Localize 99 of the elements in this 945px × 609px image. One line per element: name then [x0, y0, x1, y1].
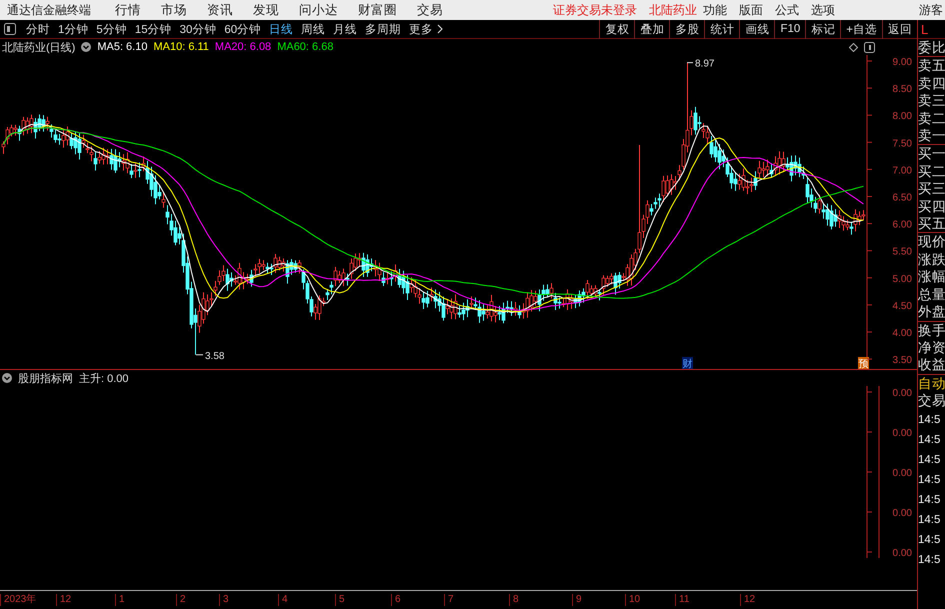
price-axis-label: 6.50 [892, 192, 912, 204]
trade-time: 14:5 [918, 472, 942, 488]
period-tab[interactable]: 1分钟 [58, 22, 88, 36]
price-axis-label: 8.00 [892, 111, 912, 122]
chart-tool-button[interactable]: 统计 [704, 20, 740, 38]
period-tab[interactable]: 15分钟 [134, 22, 172, 36]
period-tab[interactable]: 5分钟 [96, 22, 127, 36]
chart-tool-button[interactable]: 返回 [882, 20, 917, 38]
chart-tool-button[interactable]: 标记 [805, 20, 840, 38]
moving-average-reading: MA60: 6.68 [277, 41, 334, 53]
time-axis-label: 3 [219, 594, 229, 606]
quote-field-label: 卖三 [918, 92, 945, 110]
toolbar-menu-item[interactable]: 选项 [811, 2, 835, 18]
period-tab[interactable]: 日线 [269, 22, 294, 36]
period-tab[interactable]: 30分钟 [180, 22, 216, 36]
chart-tool-button[interactable]: 叠加 [634, 20, 670, 38]
period-tab[interactable]: 60分钟 [224, 22, 262, 36]
quote-field-label: 买四 [918, 198, 945, 216]
period-tab[interactable]: 周线 [301, 22, 326, 36]
quote-field-label: 买三 [918, 180, 945, 198]
quote-field-label: 买二 [918, 162, 945, 180]
chart-tool-button[interactable]: 多股 [669, 20, 704, 38]
price-axis-label: 4.50 [892, 300, 912, 312]
time-axis-label: 5 [335, 594, 345, 606]
value-axis-label: 0.00 [892, 508, 912, 519]
period-tab[interactable]: 分时 [26, 22, 50, 36]
time-axis-label: 12 [740, 594, 756, 606]
time-axis-label: 12 [56, 594, 72, 606]
price-axis-label: 7.50 [892, 138, 912, 150]
price-axis-label: 5.00 [892, 274, 912, 285]
event-tag[interactable]: 财 [682, 357, 693, 369]
trade-time: 14:5 [918, 492, 942, 508]
chart-title: 北陆药业(日线) [2, 40, 76, 54]
menu-item[interactable]: 行情 [115, 2, 141, 18]
trade-time: 14:5 [918, 432, 942, 448]
menu-item[interactable]: 发现 [253, 2, 279, 18]
trade-time: 14:5 [918, 532, 942, 548]
menu-item[interactable]: 市场 [161, 2, 187, 18]
price-axis-label: 7.00 [892, 165, 912, 176]
trade-time: 14:5 [918, 412, 942, 428]
time-axis-label: 4 [278, 594, 288, 606]
trade-time: 14:5 [918, 452, 942, 468]
price-axis-label: 4.00 [892, 328, 912, 339]
price-axis-label: 5.50 [892, 246, 912, 258]
price-axis-label: 9.00 [892, 57, 912, 68]
menu-item[interactable]: 资讯 [207, 2, 233, 18]
indicator-reading: 主升: 0.00 [79, 372, 129, 386]
low-price-label: 3.58 [205, 350, 224, 362]
value-axis-label: 0.00 [892, 388, 912, 399]
chart-tool-button[interactable]: 画线 [739, 20, 774, 38]
time-axis-label: 9 [572, 594, 582, 606]
app-title: 通达信金融终端 [7, 2, 91, 18]
toolbar-menu-item[interactable]: 版面 [739, 2, 763, 18]
value-axis-label: 0.00 [892, 548, 912, 559]
high-price-label: 8.97 [695, 58, 714, 70]
time-axis-label: 2023年 [0, 594, 36, 606]
guest-user-link[interactable]: 游客 [919, 2, 943, 18]
menu-item[interactable]: 财富圈 [358, 2, 397, 18]
toolbar-menu-item[interactable]: 功能 [703, 2, 727, 18]
value-axis-label: 0.00 [892, 468, 912, 479]
trade-time: 14:5 [918, 512, 942, 528]
trade-title: 交易 [918, 392, 945, 410]
price-axis-label: 3.50 [892, 355, 912, 366]
side-panel-header: L [917, 20, 945, 38]
trade-mode-label[interactable]: 自动 [918, 374, 945, 392]
price-axis-label: 6.00 [892, 220, 912, 231]
quote-field-label: 涨幅 [918, 268, 945, 286]
menu-item[interactable]: 问小达 [299, 2, 338, 18]
period-tab[interactable]: 月线 [333, 22, 358, 36]
quote-field-label: 卖二 [918, 110, 945, 128]
time-axis-label: 7 [444, 594, 454, 606]
trade-time: 14:5 [918, 552, 942, 568]
time-axis-label: 10 [625, 594, 640, 606]
login-status-link[interactable]: 证券交易未登录 [553, 2, 637, 18]
quote-field-label: 净资 [918, 338, 945, 356]
chart-tool-button[interactable]: +自选 [840, 20, 882, 38]
time-axis-label: 11 [675, 594, 690, 606]
quote-field-label: 买一 [918, 145, 945, 163]
moving-average-reading: MA5: 6.10 [97, 41, 148, 53]
more-periods-button[interactable]: 更多 [409, 22, 434, 36]
indicator-name: 股朋指标网 [18, 372, 73, 386]
moving-average-reading: MA20: 6.08 [214, 41, 272, 53]
stock-name-text: 北陆药业 [649, 2, 697, 18]
time-axis-label: 6 [391, 594, 401, 606]
chart-tool-button[interactable]: F10 [774, 20, 806, 38]
value-axis-label: 0.00 [892, 428, 912, 439]
moving-average-reading: MA10: 6.11 [153, 41, 209, 53]
period-tab[interactable]: 多周期 [365, 22, 402, 36]
menu-item[interactable]: 交易 [417, 2, 443, 18]
quote-field-label: 卖四 [918, 74, 945, 92]
toolbar-menu-item[interactable]: 公式 [775, 2, 799, 18]
chart-tool-button[interactable]: 复权 [599, 20, 634, 38]
time-axis-label: 1 [115, 594, 125, 606]
event-tag[interactable]: 预 [858, 357, 869, 369]
price-axis-label: 8.50 [892, 84, 912, 96]
quote-field-label: 卖一 [918, 127, 945, 144]
time-axis-label: 2 [176, 594, 186, 606]
time-axis-label: 8 [509, 594, 519, 606]
quote-field-label: 委比 [918, 39, 945, 56]
